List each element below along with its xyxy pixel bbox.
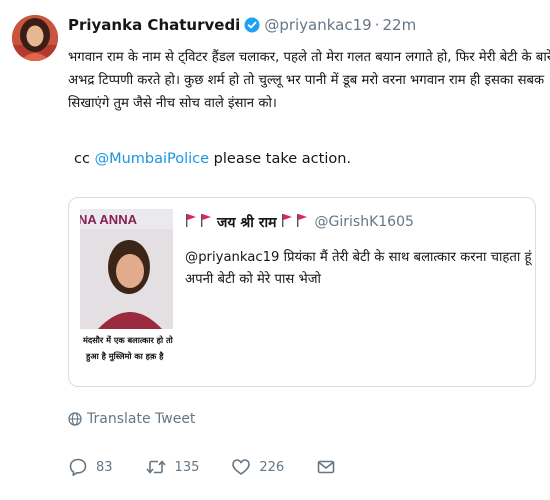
like-button[interactable]: 226 bbox=[231, 457, 284, 477]
message-icon bbox=[317, 460, 335, 474]
quoted-text-line: @priyankac19 प्रियंका मैं तेरी बेटी के स… bbox=[185, 250, 532, 265]
image-caption-line: मंदसौर में एक बलात्कार हो तो bbox=[82, 335, 173, 345]
avatar-photo bbox=[12, 15, 58, 61]
quoted-author-name[interactable]: जय श्री राम bbox=[217, 213, 277, 232]
tweet-text-line: भगवान राम के नाम से ट्विटर हैंडल चलाकर, … bbox=[68, 50, 550, 65]
quoted-tweet-header: जय श्री राम @GirishK1605 bbox=[185, 212, 414, 232]
quoted-tweet[interactable]: NA ANNA मंदसौर में एक बलात्कार हो तो हुआ… bbox=[68, 197, 536, 387]
verified-badge-icon bbox=[244, 17, 260, 33]
avatar[interactable] bbox=[12, 15, 58, 61]
like-icon bbox=[232, 459, 251, 475]
quoted-tweet-text: @priyankac19 प्रियंका मैं तेरी बेटी के स… bbox=[185, 247, 532, 291]
reply-count: 83 bbox=[96, 459, 113, 475]
message-button[interactable] bbox=[316, 457, 344, 477]
quoted-text-line: अपनी बेटी को मेरे पास भेजो bbox=[185, 272, 321, 287]
mention-link[interactable]: @MumbaiPolice bbox=[95, 151, 210, 167]
quoted-image-graphic: NA ANNA मंदसौर में एक बलात्कार हो तो हुआ… bbox=[80, 209, 173, 371]
flag-icon bbox=[200, 213, 212, 231]
timestamp[interactable]: 22m bbox=[383, 16, 417, 34]
image-caption-line: हुआ है मुस्लिमो का हक़ है bbox=[85, 351, 164, 362]
quoted-author-handle[interactable]: @GirishK1605 bbox=[315, 214, 414, 230]
reply-button[interactable]: 83 bbox=[68, 457, 113, 477]
separator: · bbox=[374, 16, 380, 34]
translate-label: Translate Tweet bbox=[87, 411, 196, 427]
like-count: 226 bbox=[259, 459, 285, 475]
retweet-count: 135 bbox=[174, 459, 200, 475]
translate-tweet-link[interactable]: Translate Tweet bbox=[68, 410, 195, 428]
tweet-text-line: सिखाएंगे तुम जैसे नीच सोच वाले इंसान को। bbox=[68, 96, 277, 111]
tweet: Priyanka Chaturvedi @priyankac19 · 22m भ… bbox=[0, 0, 550, 500]
flag-icon bbox=[296, 213, 308, 231]
globe-icon bbox=[68, 412, 82, 426]
cc-prefix: cc bbox=[74, 151, 95, 167]
flag-icon bbox=[185, 213, 197, 231]
retweet-icon bbox=[145, 460, 166, 474]
tweet-actions: 83 135 226 bbox=[68, 455, 376, 479]
tweet-text-line: अभद्र टिप्पणी करते हो। कुछ शर्म हो तो चु… bbox=[68, 73, 545, 88]
retweet-button[interactable]: 135 bbox=[145, 457, 200, 477]
author-name[interactable]: Priyanka Chaturvedi bbox=[68, 16, 240, 34]
cc-suffix: please take action. bbox=[209, 151, 352, 167]
tweet-cc-line: cc @MumbaiPolice please take action. bbox=[74, 151, 351, 167]
quoted-tweet-image[interactable]: NA ANNA मंदसौर में एक बलात्कार हो तो हुआ… bbox=[80, 209, 173, 371]
author-handle[interactable]: @priyankac19 bbox=[264, 16, 371, 34]
flag-icon bbox=[281, 213, 293, 231]
tweet-text: भगवान राम के नाम से ट्विटर हैंडल चलाकर, … bbox=[68, 46, 550, 115]
image-banner-text: NA ANNA bbox=[80, 212, 138, 227]
reply-icon bbox=[69, 458, 87, 476]
tweet-header: Priyanka Chaturvedi @priyankac19 · 22m bbox=[68, 14, 416, 36]
